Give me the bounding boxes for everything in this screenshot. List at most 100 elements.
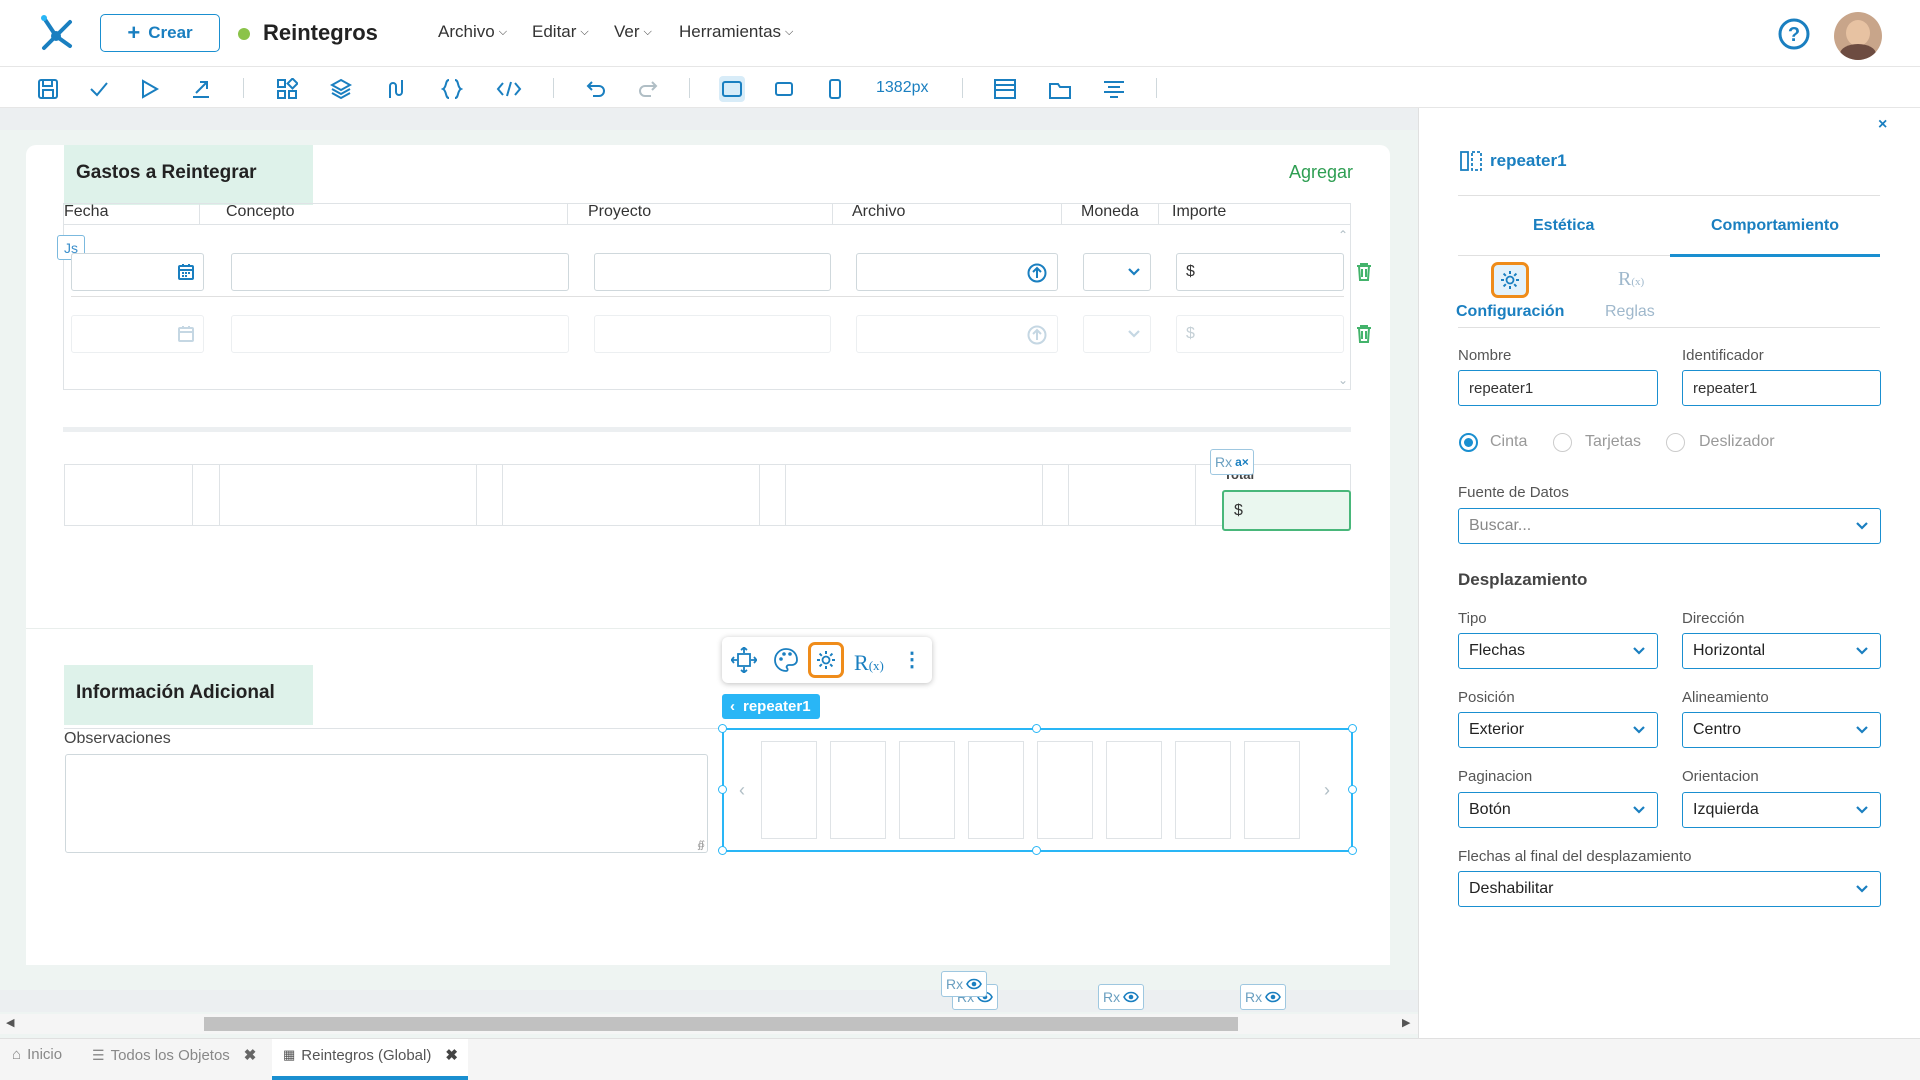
tab-inicio[interactable]: ⌂ Inicio [12,1046,62,1063]
scroll-down-icon[interactable]: ⌄ [1338,373,1348,387]
nombre-input[interactable]: repeater1 [1458,370,1658,406]
fecha-field[interactable] [71,315,204,353]
menu-editar[interactable]: Editar ⌵ [532,22,589,42]
reglas-icon[interactable]: R(x) [1618,268,1644,291]
save-icon[interactable] [35,76,61,102]
layers-icon[interactable] [328,76,354,102]
close-tab-icon: ✖ [243,1047,257,1064]
scrollbar-thumb[interactable] [204,1017,1238,1031]
concepto-field[interactable] [231,315,569,353]
identificador-input[interactable]: repeater1 [1682,370,1881,406]
settings-icon[interactable] [808,642,844,678]
active-tab-indicator [1670,254,1880,257]
tab-todos-los-objetos[interactable]: ☰ Todos los Objetos ✖ [92,1046,257,1065]
rx-visibility-badge[interactable]: Rx [1098,984,1145,1010]
menu-ver[interactable]: Ver ⌵ [614,22,652,42]
add-link[interactable]: Agregar [1289,162,1353,183]
undo-icon[interactable] [583,76,609,102]
tablet-view-icon[interactable] [771,76,797,102]
concepto-field[interactable] [231,253,569,291]
paginacion-label: Paginacion [1458,768,1533,785]
rx-visibility-badge[interactable]: Rx [1240,984,1287,1010]
menu-archivo[interactable]: Archivo ⌵ [438,22,507,42]
resize-handle[interactable] [718,724,727,733]
moneda-select[interactable] [1083,253,1151,291]
tab-comportamiento[interactable]: Comportamiento [1711,217,1839,235]
moneda-select[interactable] [1083,315,1151,353]
resize-handle[interactable] [1032,846,1041,855]
create-button[interactable]: + Crear [100,14,220,52]
paginacion-select[interactable]: Botón [1458,792,1658,828]
tab-estetica[interactable]: Estética [1533,217,1594,235]
rx-visibility-badge[interactable]: Rx [941,971,988,997]
more-options-icon[interactable]: ⋮ [902,649,922,671]
move-icon[interactable] [731,647,757,673]
orientacion-select[interactable]: Izquierda [1682,792,1881,828]
check-icon[interactable] [86,76,112,102]
resize-handle-icon[interactable]: ∯ [697,840,705,851]
flow-icon[interactable] [383,76,409,102]
code-icon[interactable] [496,76,522,102]
export-icon[interactable] [188,76,214,102]
desktop-view-icon[interactable] [719,76,745,102]
chevron-down-icon: ⌵ [498,25,508,38]
radio-cinta-label: Cinta [1490,433,1528,450]
calendar-icon[interactable] [177,263,195,281]
total-field[interactable]: $ [1222,490,1351,531]
fuente-select[interactable]: Buscar... [1458,508,1881,544]
configuracion-icon[interactable] [1491,262,1529,298]
delete-row-icon[interactable] [1356,324,1372,344]
resize-handle[interactable] [1348,785,1357,794]
delete-row-icon[interactable] [1356,262,1372,282]
subtab-reglas[interactable]: Reglas [1605,303,1655,321]
components-icon[interactable] [274,76,300,102]
canvas-width-label[interactable]: 1382px [876,79,929,97]
archivo-field[interactable] [856,253,1058,291]
importe-field[interactable]: $ [1176,315,1344,353]
tabs-icon[interactable] [1047,76,1073,102]
radio-deslizador[interactable] [1666,433,1685,452]
flechas-final-select[interactable]: Deshabilitar [1458,871,1881,907]
chevron-left-icon[interactable]: ‹ [739,780,745,801]
app-logo-icon[interactable] [36,12,76,52]
proyecto-field[interactable] [594,253,831,291]
radio-tarjetas[interactable] [1553,433,1572,452]
radio-cinta[interactable] [1459,433,1478,452]
align-icon[interactable] [1101,76,1127,102]
posicion-select[interactable]: Exterior [1458,712,1658,748]
resize-handle[interactable] [1032,724,1041,733]
braces-icon[interactable] [439,76,465,102]
repeater-card [1106,741,1162,839]
fecha-field[interactable] [71,253,204,291]
alineamiento-select[interactable]: Centro [1682,712,1881,748]
tipo-select[interactable]: Flechas [1458,633,1658,669]
direccion-select[interactable]: Horizontal [1682,633,1881,669]
layout-icon[interactable] [992,76,1018,102]
resize-handle[interactable] [718,785,727,794]
proyecto-field[interactable] [594,315,831,353]
resize-handle[interactable] [1348,724,1357,733]
help-icon[interactable]: ? [1777,17,1811,51]
scroll-up-icon[interactable]: ⌃ [1338,228,1348,242]
repeater-tag[interactable]: ‹ repeater1 [722,694,820,719]
chevron-right-icon[interactable]: › [1324,780,1330,801]
scroll-left-icon[interactable]: ◀ [6,1016,14,1029]
subtab-configuracion[interactable]: Configuración [1456,303,1564,321]
avatar[interactable] [1834,12,1882,60]
resize-handle[interactable] [718,846,727,855]
menu-herramientas[interactable]: Herramientas ⌵ [679,22,793,42]
scroll-right-icon[interactable]: ▶ [1402,1016,1410,1029]
rules-icon[interactable]: R(x) [854,650,884,676]
observaciones-textarea[interactable]: ∯ [65,754,708,853]
redo-icon[interactable] [635,76,661,102]
tab-reintegros[interactable]: ▦ Reintegros (Global) ✖ [283,1046,458,1065]
close-icon[interactable]: × [1878,116,1887,134]
rx-formula-badge[interactable]: Rx a× [1210,449,1254,475]
upload-icon[interactable] [1027,263,1047,283]
importe-field[interactable]: $ [1176,253,1344,291]
mobile-view-icon[interactable] [822,76,848,102]
archivo-field[interactable] [856,315,1058,353]
play-icon[interactable] [136,76,162,102]
resize-handle[interactable] [1348,846,1357,855]
palette-icon[interactable] [773,647,799,673]
